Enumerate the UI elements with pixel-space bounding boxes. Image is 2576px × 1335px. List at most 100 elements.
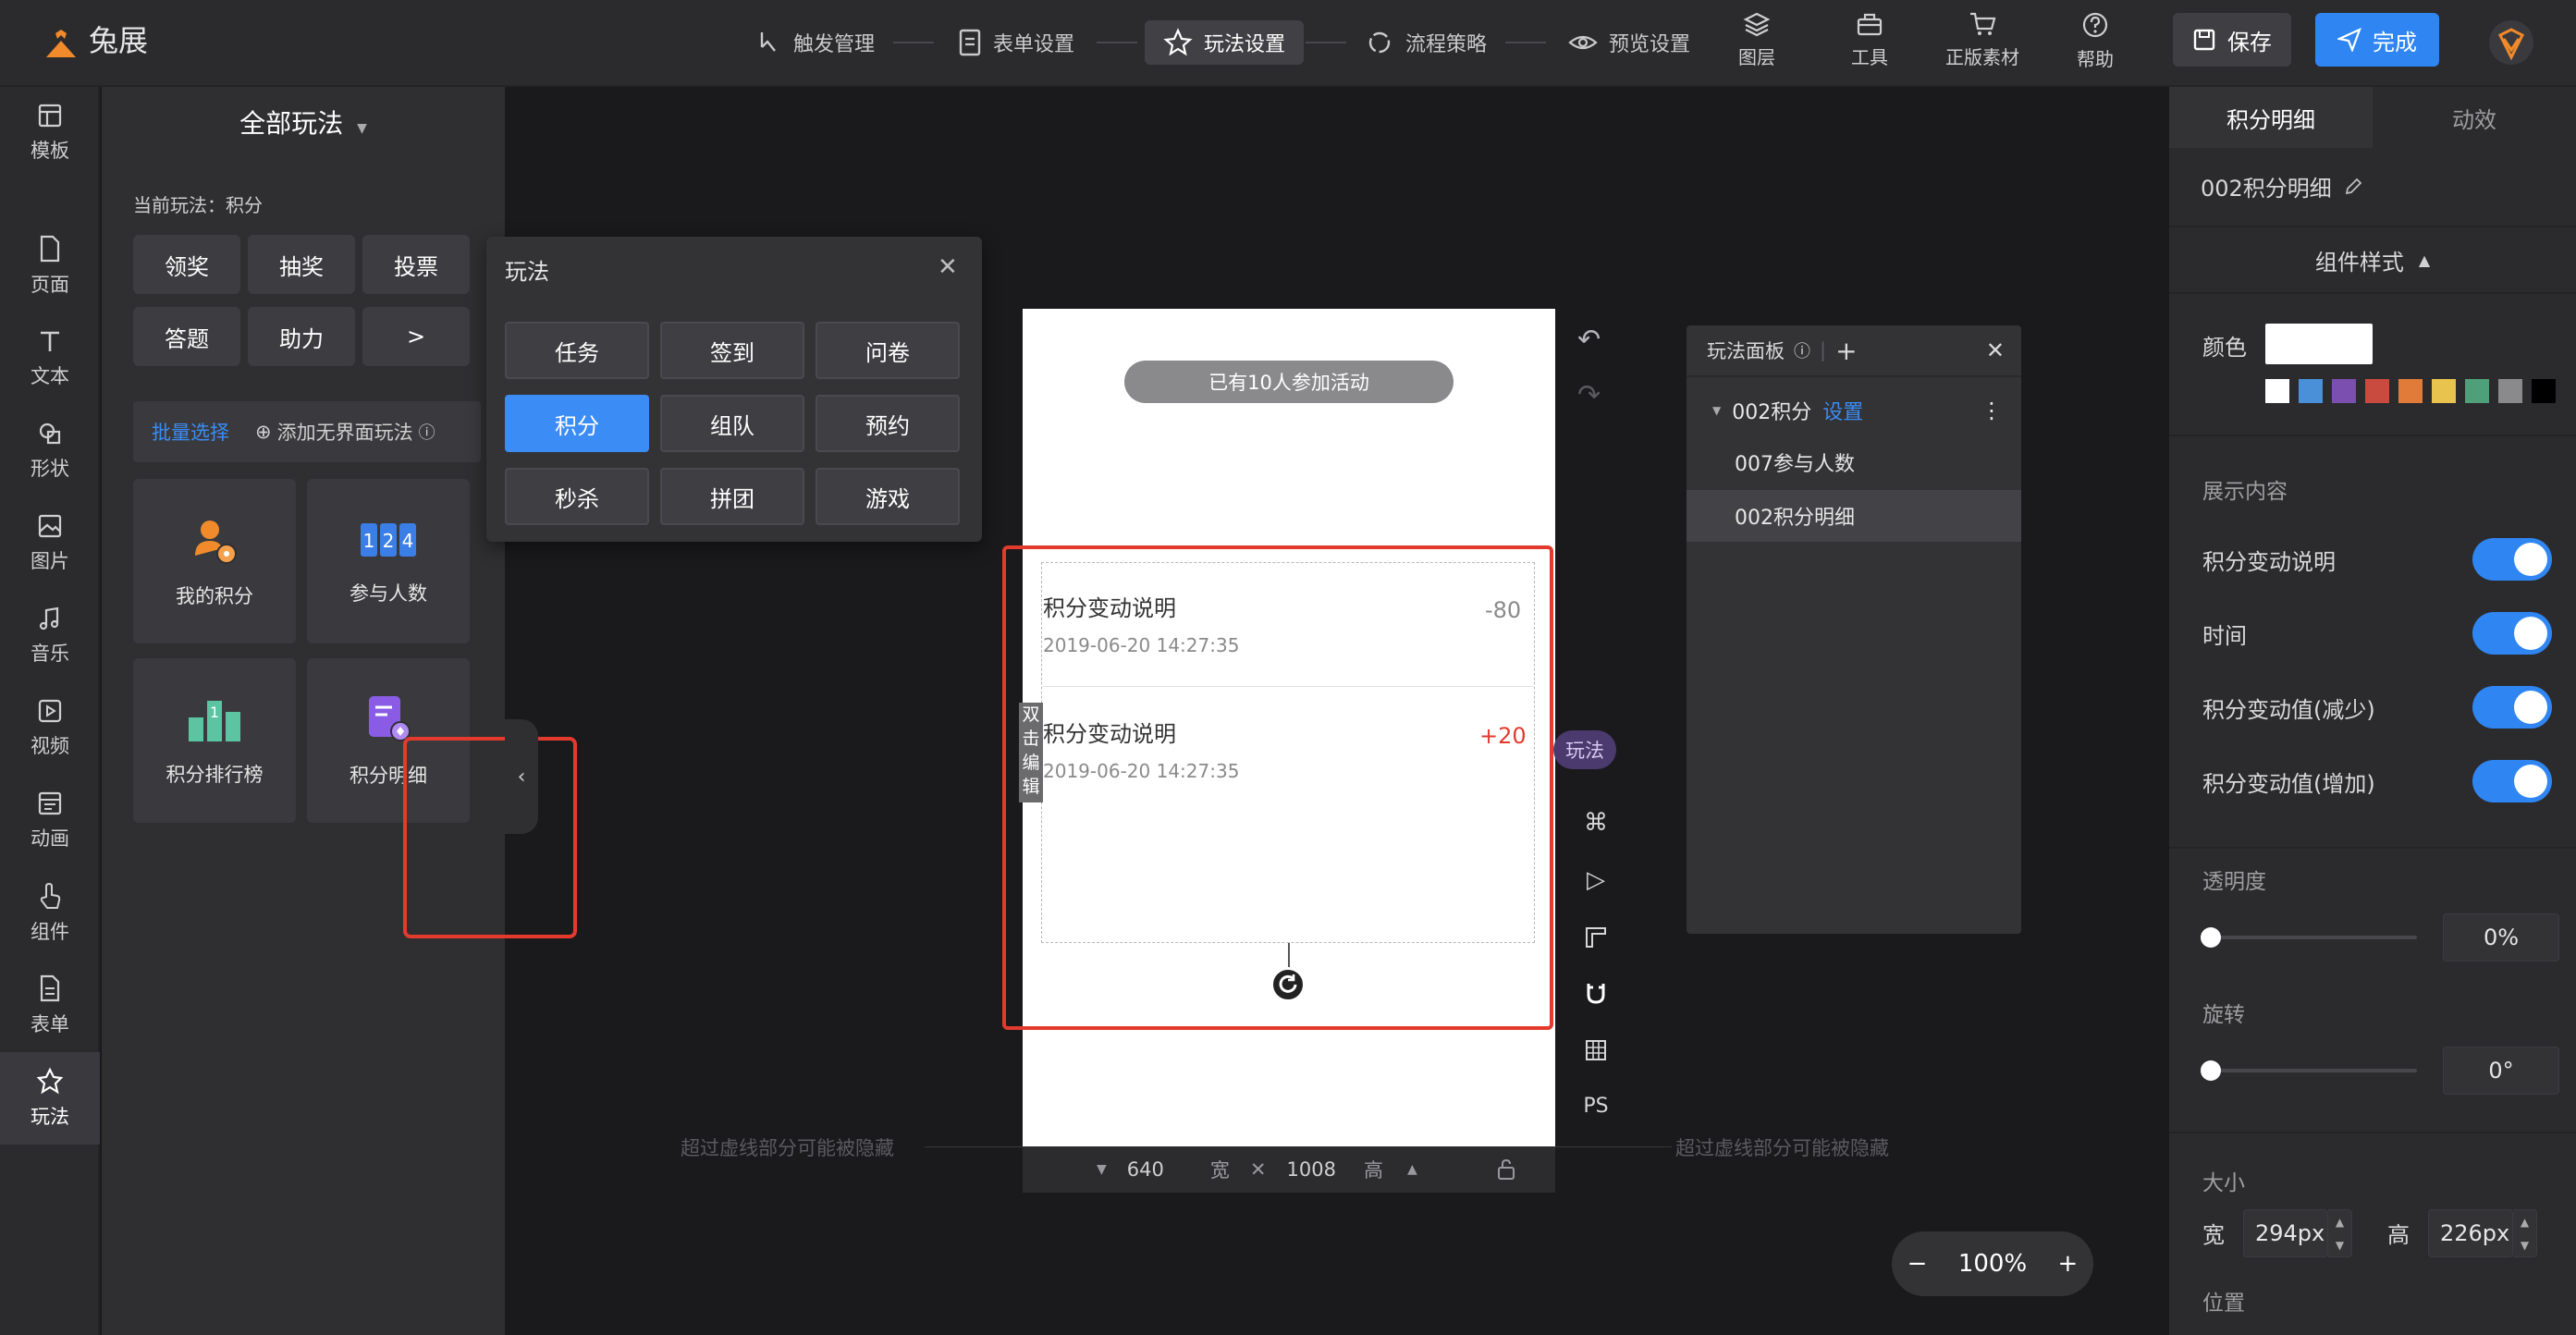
caret-up-icon[interactable]: ▲ bbox=[1407, 1162, 1417, 1177]
grid-icon[interactable] bbox=[1577, 1032, 1614, 1069]
width-input[interactable]: 294px bbox=[2243, 1209, 2328, 1257]
opacity-slider-knob[interactable] bbox=[2201, 927, 2221, 948]
play-card-participants[interactable]: 124 参与人数 bbox=[307, 479, 470, 643]
toggle-switch[interactable] bbox=[2472, 538, 2552, 581]
color-swatch-gray[interactable] bbox=[2498, 379, 2522, 403]
toggle-switch[interactable] bbox=[2472, 686, 2552, 729]
close-icon[interactable]: ✕ bbox=[1986, 337, 2005, 363]
color-swatch-green[interactable] bbox=[2465, 379, 2489, 403]
height-input[interactable]: 226px bbox=[2428, 1209, 2513, 1257]
nav-template[interactable]: 模板 bbox=[0, 87, 100, 179]
step-form[interactable]: 表单设置 bbox=[939, 20, 1093, 65]
nav-form[interactable]: 表单 bbox=[0, 960, 100, 1052]
tab-effects[interactable]: 动效 bbox=[2373, 87, 2576, 148]
nav-text[interactable]: 文本 bbox=[0, 312, 100, 405]
play-type-button[interactable]: 秒杀 bbox=[505, 468, 649, 525]
tool-layers[interactable]: 图层 bbox=[1714, 11, 1799, 76]
chevron-up-icon[interactable]: ▲ bbox=[2521, 1216, 2529, 1229]
save-button[interactable]: 保存 bbox=[2173, 13, 2291, 67]
tool-toolbox[interactable]: 工具 bbox=[1827, 11, 1912, 76]
nav-video[interactable]: 视频 bbox=[0, 682, 100, 775]
category-button[interactable]: 答题 bbox=[133, 307, 240, 366]
chevron-down-icon[interactable]: ▼ bbox=[2521, 1239, 2529, 1252]
panel-title-dropdown[interactable]: 全部玩法 ▼ bbox=[102, 104, 505, 141]
toggle-switch[interactable] bbox=[2472, 612, 2552, 655]
done-button[interactable]: 完成 bbox=[2315, 13, 2439, 67]
play-type-button[interactable]: 游戏 bbox=[816, 468, 960, 525]
opacity-input[interactable]: 0% bbox=[2443, 913, 2559, 961]
play-type-button[interactable]: 组队 bbox=[660, 395, 804, 452]
chevron-down-icon[interactable]: ▼ bbox=[2336, 1239, 2344, 1252]
undo-icon[interactable]: ↶ bbox=[1577, 324, 1601, 356]
style-section-header[interactable]: 组件样式 ▲ bbox=[2169, 244, 2576, 276]
zoom-out-icon[interactable]: − bbox=[1907, 1250, 1928, 1278]
tab-points-detail[interactable]: 积分明细 bbox=[2169, 87, 2373, 148]
color-swatch-orange[interactable] bbox=[2398, 379, 2423, 403]
play-type-button[interactable]: 拼团 bbox=[660, 468, 804, 525]
nav-image[interactable]: 图片 bbox=[0, 497, 100, 590]
play-type-button[interactable]: 签到 bbox=[660, 322, 804, 379]
chevron-up-icon[interactable]: ▲ bbox=[2336, 1216, 2344, 1229]
canvas-height-value[interactable]: 1008 bbox=[1286, 1158, 1335, 1181]
nav-music[interactable]: 音乐 bbox=[0, 590, 100, 682]
close-icon[interactable]: ✕ bbox=[938, 253, 958, 281]
toggle-switch[interactable] bbox=[2472, 760, 2552, 802]
step-play-settings[interactable]: 玩法设置 bbox=[1145, 20, 1305, 65]
ruler-icon[interactable] bbox=[1577, 919, 1614, 956]
width-stepper[interactable]: ▲ ▼ bbox=[2328, 1209, 2352, 1257]
avatar[interactable] bbox=[2487, 18, 2535, 67]
nav-component[interactable]: 组件 bbox=[0, 867, 100, 960]
height-stepper[interactable]: ▲ ▼ bbox=[2513, 1209, 2537, 1257]
redo-icon[interactable]: ↷ bbox=[1577, 379, 1601, 411]
color-swatch-purple[interactable] bbox=[2332, 379, 2356, 403]
tool-help[interactable]: 帮助 bbox=[2053, 11, 2138, 76]
nav-shape[interactable]: 形状 bbox=[0, 405, 100, 497]
play-preview-icon[interactable]: ▷ bbox=[1577, 862, 1614, 899]
play-card-leaderboard[interactable]: 1 积分排行榜 bbox=[133, 658, 296, 823]
category-button[interactable]: 投票 bbox=[362, 235, 470, 294]
play-type-button-active[interactable]: 积分 bbox=[505, 395, 649, 452]
lock-icon[interactable] bbox=[1495, 1158, 1517, 1181]
color-swatch-white[interactable] bbox=[2265, 379, 2289, 403]
play-type-button[interactable]: 问卷 bbox=[816, 322, 960, 379]
canvas-width-value[interactable]: 640 bbox=[1127, 1158, 1164, 1181]
play-type-button[interactable]: 任务 bbox=[505, 322, 649, 379]
participants-pill[interactable]: 已有10人参加活动 bbox=[1124, 361, 1454, 403]
color-swatch-red[interactable] bbox=[2365, 379, 2389, 403]
add-headless-play-link[interactable]: ⊕ 添加无界面玩法 ⓘ bbox=[255, 418, 435, 446]
category-more-button[interactable]: > bbox=[362, 307, 470, 366]
nav-page[interactable]: 页面 bbox=[0, 220, 100, 312]
tool-stock[interactable]: 正版素材 bbox=[1940, 11, 2025, 76]
step-trigger[interactable]: 触发管理 bbox=[736, 20, 893, 65]
category-button[interactable]: 助力 bbox=[248, 307, 355, 366]
nav-animation[interactable]: 动画 bbox=[0, 775, 100, 867]
color-swatch-black[interactable] bbox=[2532, 379, 2556, 403]
ps-import-button[interactable]: PS bbox=[1577, 1087, 1614, 1124]
step-preview[interactable]: 预览设置 bbox=[1550, 20, 1709, 65]
play-group-settings-link[interactable]: 设置 bbox=[1822, 396, 1863, 425]
play-item-row-selected[interactable]: 002积分明细 bbox=[1687, 490, 2021, 542]
play-type-button[interactable]: 预约 bbox=[816, 395, 960, 452]
color-swatch-blue[interactable] bbox=[2299, 379, 2323, 403]
play-group-row[interactable]: ▼ 002积分 设置 ⋮ bbox=[1687, 385, 2021, 436]
color-preview[interactable] bbox=[2265, 324, 2373, 364]
color-swatch-yellow[interactable] bbox=[2432, 379, 2456, 403]
logo[interactable]: 兔展 bbox=[41, 13, 148, 65]
category-button[interactable]: 抽奖 bbox=[248, 235, 355, 294]
collapse-panel-button[interactable]: ‹ bbox=[505, 719, 538, 834]
info-icon[interactable]: ⓘ bbox=[1794, 338, 1810, 362]
rotate-slider[interactable] bbox=[2202, 1069, 2417, 1072]
caret-down-icon[interactable]: ▼ bbox=[1712, 404, 1721, 417]
rotate-slider-knob[interactable] bbox=[2201, 1060, 2221, 1081]
opacity-slider[interactable] bbox=[2202, 936, 2417, 939]
component-name[interactable]: 002积分明细 bbox=[2201, 170, 2363, 202]
rotate-handle[interactable] bbox=[1270, 967, 1306, 1002]
add-icon[interactable]: + bbox=[1835, 336, 1857, 366]
shortcut-icon[interactable]: ⌘ bbox=[1577, 804, 1614, 841]
batch-select-link[interactable]: 批量选择 bbox=[152, 418, 229, 446]
more-vertical-icon[interactable]: ⋮ bbox=[1981, 398, 2003, 423]
nav-play[interactable]: 玩法 bbox=[0, 1052, 100, 1145]
play-item-row[interactable]: 007参与人数 bbox=[1687, 436, 2021, 488]
link-x-icon[interactable]: ✕ bbox=[1250, 1158, 1267, 1181]
play-badge[interactable]: 玩法 bbox=[1553, 730, 1616, 769]
